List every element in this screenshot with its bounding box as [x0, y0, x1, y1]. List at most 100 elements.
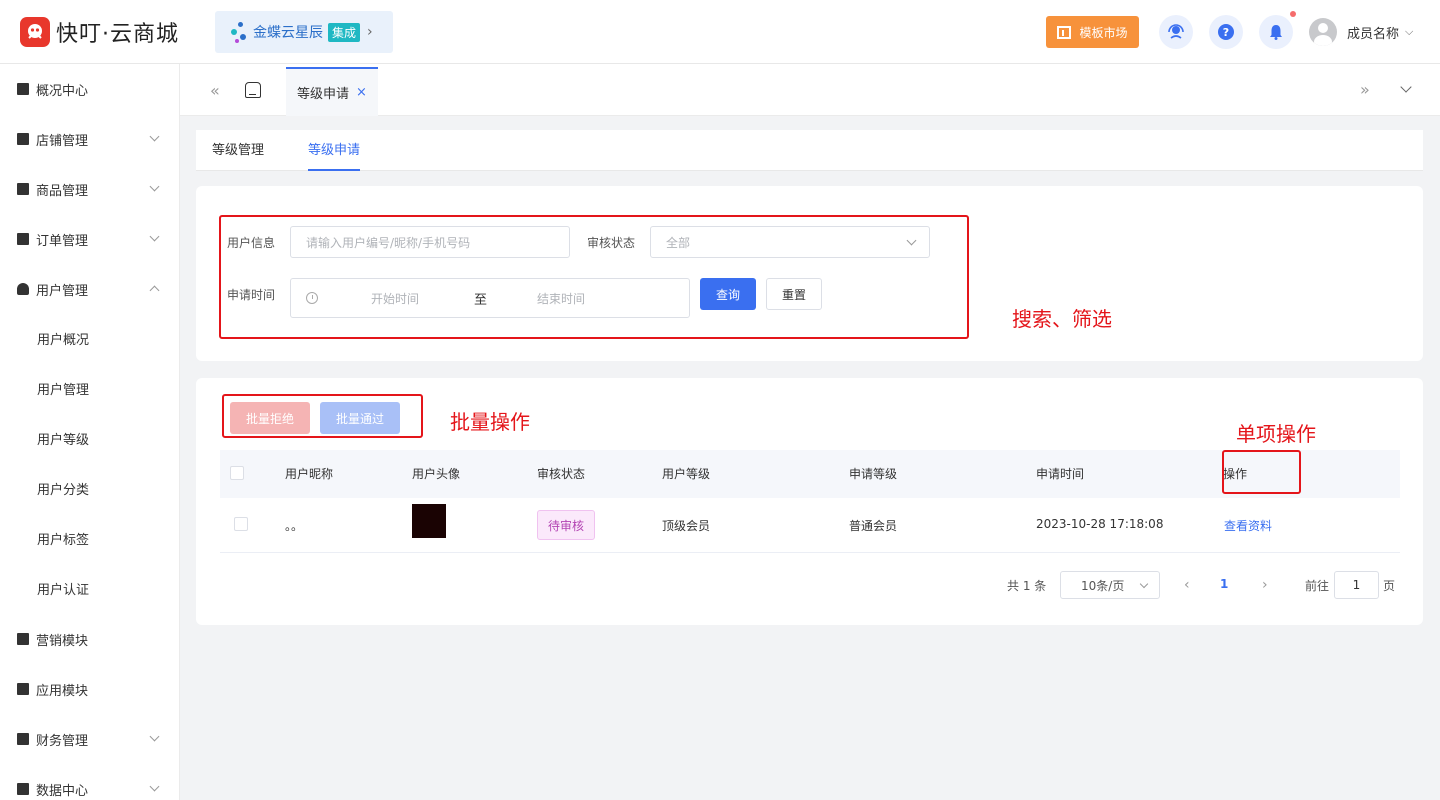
tab-level-apply-sub[interactable]: 等级申请	[308, 130, 361, 171]
chevron-up-icon	[149, 285, 160, 296]
chevron-down-icon[interactable]	[1400, 81, 1412, 93]
sidebar-subitem-label: 用户标签	[37, 532, 90, 548]
home-icon[interactable]	[245, 82, 261, 98]
bar-chart-icon	[17, 783, 29, 795]
sidebar-subitem-user-overview[interactable]: 用户概况	[0, 313, 180, 363]
status-badge: 待审核	[537, 510, 595, 540]
grid-icon	[17, 683, 29, 695]
column-header: 申请等级	[849, 467, 898, 481]
sidebar-subitem-user-level[interactable]: 用户等级	[0, 413, 180, 463]
total-count: 共 1 条	[1007, 579, 1047, 593]
sidebar-item-label: 数据中心	[36, 783, 89, 799]
template-market-label: 模板市场	[1079, 25, 1128, 40]
sidebar-item-data[interactable]: 数据中心	[0, 764, 180, 800]
page-tabs-bar: « 等级申请 × »	[180, 64, 1440, 116]
sidebar-item-users[interactable]: 用户管理	[0, 264, 180, 314]
chart-icon	[17, 633, 29, 645]
template-icon	[1057, 25, 1072, 39]
avatar	[1309, 18, 1337, 46]
sidebar-item-goods[interactable]: 商品管理	[0, 164, 180, 214]
sidebar-item-overview[interactable]: 概况中心	[0, 64, 180, 114]
briefcase-icon	[17, 183, 29, 195]
chevron-down-icon	[149, 731, 160, 742]
scroll-left-icon[interactable]: «	[210, 81, 220, 100]
sidebar-subitem-label: 用户认证	[37, 582, 90, 598]
search-annotation-box	[219, 215, 969, 339]
help-button[interactable]: ?	[1209, 15, 1243, 49]
chevron-down-icon	[149, 231, 160, 242]
clipboard-icon	[17, 233, 29, 245]
sub-tabs: 等级管理 等级申请	[196, 130, 1423, 171]
sidebar-item-marketing[interactable]: 营销模块	[0, 614, 180, 664]
page-size-select[interactable]: 10条/页	[1060, 571, 1160, 599]
sidebar-item-orders[interactable]: 订单管理	[0, 214, 180, 264]
sidebar-item-label: 财务管理	[36, 733, 89, 749]
logo[interactable]: 快叮·云商城	[20, 17, 179, 47]
sidebar-subitem-user-auth[interactable]: 用户认证	[0, 563, 180, 613]
integration-badge: 集成	[328, 22, 361, 42]
select-all-checkbox[interactable]	[230, 466, 244, 480]
sidebar-item-store[interactable]: 店铺管理	[0, 114, 180, 164]
top-header: 快叮·云商城 金蝶云星辰 集成 › 模板市场 ? 成员名称 ⌵	[0, 0, 1440, 64]
user-menu[interactable]: 成员名称 ⌵	[1309, 18, 1413, 46]
current-page[interactable]: 1	[1220, 577, 1228, 591]
nickname-cell: 。。	[285, 519, 304, 533]
bag-icon	[17, 83, 29, 95]
chevron-down-icon: ⌵	[1405, 25, 1414, 38]
integration-switch[interactable]: 金蝶云星辰 集成 ›	[215, 11, 393, 53]
chevron-right-icon: ›	[367, 24, 373, 40]
column-header: 用户等级	[662, 467, 711, 481]
column-header: 审核状态	[537, 467, 586, 481]
row-checkbox[interactable]	[234, 517, 248, 531]
question-icon: ?	[1218, 24, 1234, 40]
sidebar-item-finance[interactable]: 财务管理	[0, 714, 180, 764]
sidebar-item-label: 用户管理	[36, 283, 89, 299]
chevron-down-icon	[149, 781, 160, 792]
headset-icon	[1168, 24, 1184, 39]
search-annotation-text: 搜索、筛选	[1012, 307, 1112, 331]
single-annotation-text: 单项操作	[1236, 422, 1316, 446]
notification-dot	[1290, 11, 1296, 17]
page-size-value: 10条/页	[1081, 578, 1125, 593]
column-header: 用户头像	[412, 467, 461, 481]
customer-service-button[interactable]	[1159, 15, 1193, 49]
apply-level-cell: 普通会员	[849, 519, 898, 533]
sidebar-item-apps[interactable]: 应用模块	[0, 664, 180, 714]
sidebar-subitem-user-category[interactable]: 用户分类	[0, 463, 180, 513]
table-row: 。。 待审核 顶级会员 普通会员 2023-10-28 17:18:08 查看资…	[220, 498, 1400, 553]
bell-icon	[1270, 25, 1282, 40]
close-icon[interactable]: ×	[356, 85, 367, 100]
single-annotation-box	[1222, 450, 1301, 494]
sidebar-subitem-user-manage[interactable]: 用户管理	[0, 363, 180, 413]
scroll-right-icon[interactable]: »	[1360, 80, 1370, 99]
goto-page-input[interactable]: 1	[1334, 571, 1379, 599]
column-header: 用户昵称	[285, 467, 334, 481]
sidebar-item-label: 营销模块	[36, 633, 89, 649]
notification-button[interactable]	[1259, 15, 1293, 49]
logo-text: 快叮·云商城	[56, 22, 179, 47]
view-profile-link[interactable]: 查看资料	[1224, 517, 1272, 534]
kingdee-logo-icon	[229, 20, 249, 44]
level-cell: 顶级会员	[662, 519, 711, 533]
goto-label: 前往	[1305, 579, 1330, 593]
tab-level-apply[interactable]: 等级申请 ×	[286, 67, 378, 116]
avatar	[412, 504, 446, 538]
batch-annotation-text: 批量操作	[450, 410, 530, 434]
sidebar-item-label: 概况中心	[36, 83, 89, 99]
prev-page-icon[interactable]: ‹	[1184, 577, 1190, 593]
next-page-icon[interactable]: ›	[1262, 577, 1268, 593]
sidebar-subitem-user-tag[interactable]: 用户标签	[0, 513, 180, 563]
template-market-button[interactable]: 模板市场	[1046, 16, 1139, 48]
sidebar-subitem-label: 用户概况	[37, 332, 90, 348]
sidebar-subitem-label: 用户等级	[37, 432, 90, 448]
user-name: 成员名称	[1347, 26, 1400, 42]
tab-label: 等级申请	[297, 87, 350, 102]
store-icon	[17, 133, 29, 145]
chevron-down-icon	[1139, 579, 1149, 589]
sidebar-subitem-label: 用户分类	[37, 482, 90, 498]
apply-time-cell: 2023-10-28 17:18:08	[1036, 517, 1164, 531]
sidebar-item-label: 订单管理	[36, 233, 89, 249]
tab-level-manage[interactable]: 等级管理	[212, 130, 264, 171]
integration-name: 金蝶云星辰	[253, 25, 323, 41]
logo-icon	[20, 17, 50, 47]
